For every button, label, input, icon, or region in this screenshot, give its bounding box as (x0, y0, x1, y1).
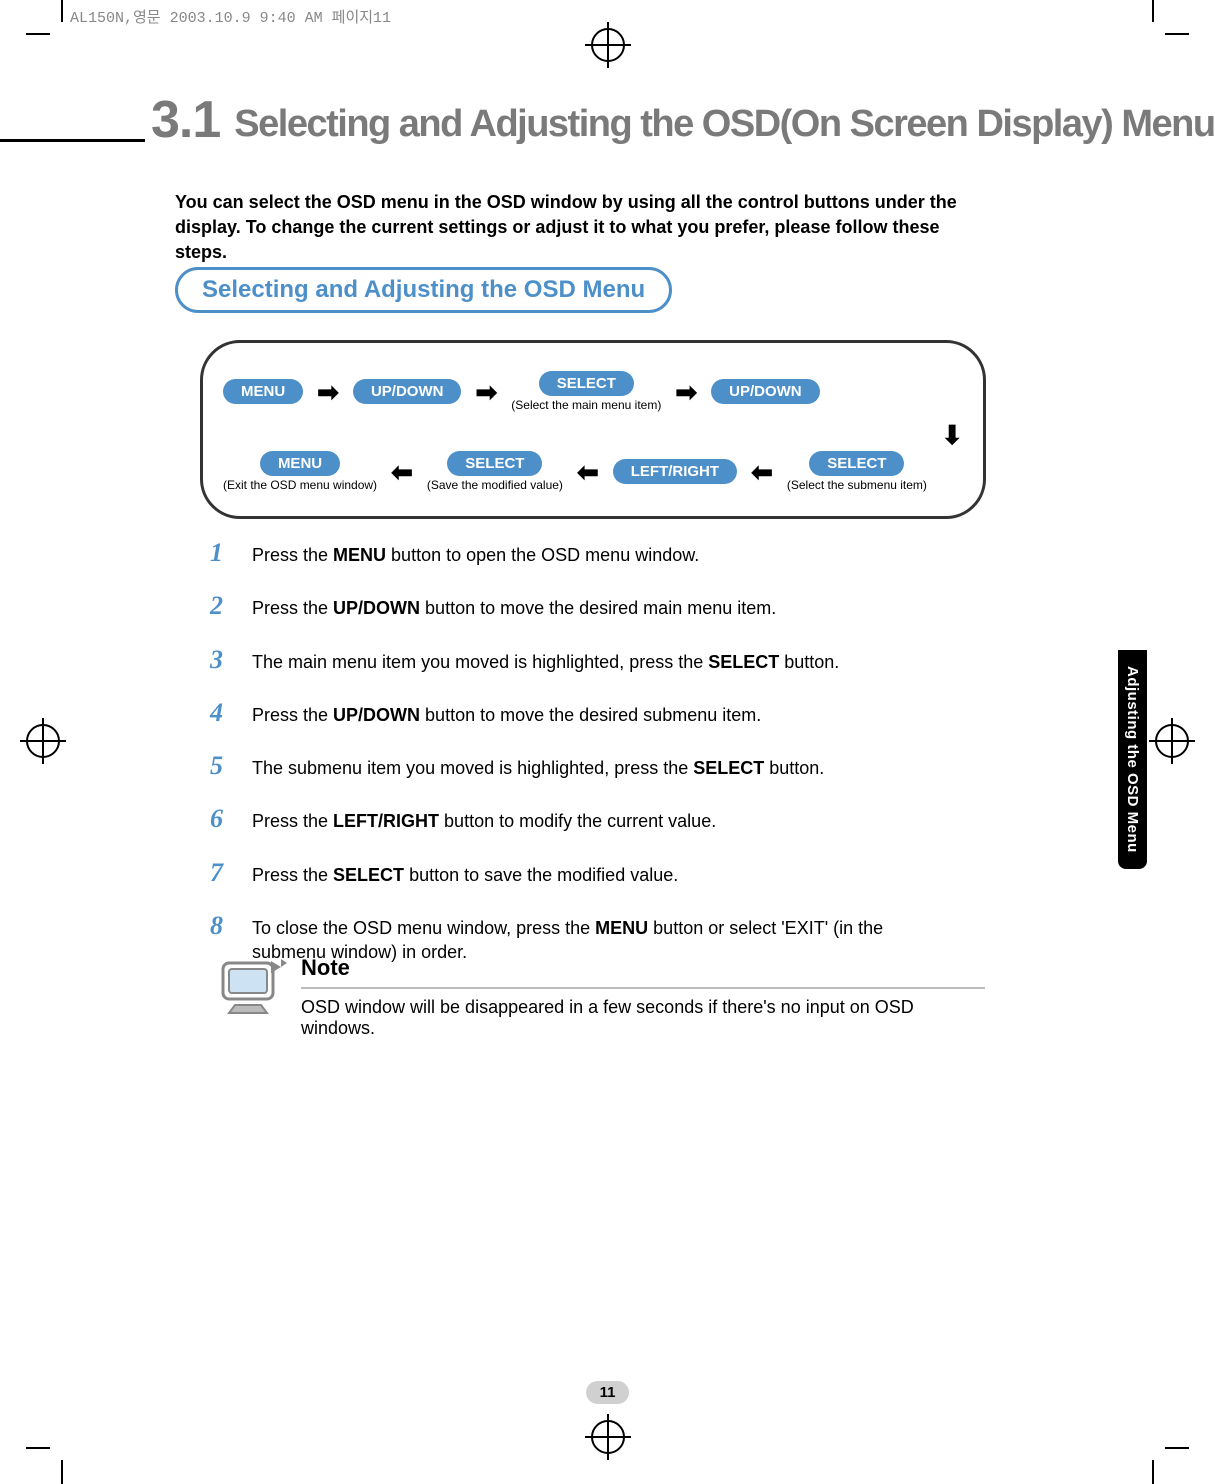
flow-down-arrow-wrap: ⬇ (223, 420, 1013, 451)
pill-select-2: SELECT (809, 451, 904, 476)
pill-select-1: SELECT (539, 371, 634, 396)
step-text: Press the UP/DOWN button to move the des… (252, 700, 940, 727)
registration-mark-left (20, 718, 66, 764)
crop-corner-tr (1141, 22, 1165, 46)
button-flow-diagram: MENU ➡ UP/DOWN ➡ SELECT (Select the main… (200, 340, 986, 519)
arrow-left-icon: ⬅ (751, 459, 773, 485)
step-text: The main menu item you moved is highligh… (252, 647, 940, 674)
flow-caption-select-main: (Select the main menu item) (511, 398, 661, 412)
flow-item-select-3: SELECT (Save the modified value) (427, 451, 563, 492)
flow-item-select-2: SELECT (Select the submenu item) (787, 451, 927, 492)
registration-mark-top (585, 22, 631, 68)
arrow-left-icon: ⬅ (391, 459, 413, 485)
crop-corner-bl (50, 1436, 74, 1460)
step-number: 2 (210, 593, 236, 619)
steps-list: 1 Press the MENU button to open the OSD m… (210, 540, 940, 991)
step-number: 6 (210, 806, 236, 832)
pill-menu-2: MENU (260, 451, 340, 476)
pill-updown-2: UP/DOWN (711, 379, 820, 404)
note-block: Note OSD window will be disappeared in a… (215, 955, 985, 1039)
step-text: Press the LEFT/RIGHT button to modify th… (252, 806, 940, 833)
flow-caption-save: (Save the modified value) (427, 478, 563, 492)
page-number: 11 (586, 1381, 630, 1404)
flow-item-menu-2: MENU (Exit the OSD menu window) (223, 451, 377, 492)
step-number: 7 (210, 860, 236, 886)
step-number: 8 (210, 913, 236, 939)
step-item: 7 Press the SELECT button to save the mod… (210, 860, 940, 887)
step-text: Press the MENU button to open the OSD me… (252, 540, 940, 567)
pill-updown-1: UP/DOWN (353, 379, 462, 404)
crop-bottom-row (0, 1414, 1215, 1460)
monitor-note-icon (215, 955, 289, 1015)
arrow-right-icon: ➡ (675, 379, 697, 405)
flow-item-updown-2: UP/DOWN (711, 379, 820, 404)
arrow-down-icon: ⬇ (941, 420, 963, 451)
step-item: 5 The submenu item you moved is highlight… (210, 753, 940, 780)
note-text: OSD window will be disappeared in a few … (301, 997, 985, 1039)
section-title: Selecting and Adjusting the OSD(On Scree… (234, 103, 1214, 150)
flow-item-updown-1: UP/DOWN (353, 379, 462, 404)
registration-mark-right (1149, 718, 1195, 764)
step-item: 4 Press the UP/DOWN button to move the de… (210, 700, 940, 727)
step-number: 1 (210, 540, 236, 566)
step-number: 5 (210, 753, 236, 779)
note-divider (301, 987, 985, 989)
pill-leftright: LEFT/RIGHT (613, 459, 737, 484)
section-title-block: 3.1 Selecting and Adjusting the OSD(On S… (0, 90, 1215, 150)
pill-menu-1: MENU (223, 379, 303, 404)
flow-caption-submenu: (Select the submenu item) (787, 478, 927, 492)
crop-corner-tl (50, 22, 74, 46)
step-item: 6 Press the LEFT/RIGHT button to modify t… (210, 806, 940, 833)
flow-item-select-1: SELECT (Select the main menu item) (511, 371, 661, 412)
flow-item-menu-1: MENU (223, 379, 303, 404)
crop-corner-br (1141, 1436, 1165, 1460)
step-text: Press the SELECT button to save the modi… (252, 860, 940, 887)
subsection-heading-capsule: Selecting and Adjusting the OSD Menu (175, 267, 672, 313)
note-content: Note OSD window will be disappeared in a… (301, 955, 985, 1039)
step-item: 2 Press the UP/DOWN button to move the de… (210, 593, 940, 620)
step-item: 3 The main menu item you moved is highlig… (210, 647, 940, 674)
flow-caption-exit: (Exit the OSD menu window) (223, 478, 377, 492)
title-rule-left (0, 139, 145, 142)
arrow-right-icon: ➡ (475, 379, 497, 405)
note-title: Note (301, 955, 985, 985)
arrow-left-icon: ⬅ (577, 459, 599, 485)
pill-select-3: SELECT (447, 451, 542, 476)
flow-row-top: MENU ➡ UP/DOWN ➡ SELECT (Select the main… (223, 371, 963, 412)
crop-top-row (0, 22, 1215, 68)
step-text: Press the UP/DOWN button to move the des… (252, 593, 940, 620)
section-number: 3.1 (145, 90, 234, 150)
flow-row-bottom: MENU (Exit the OSD menu window) ⬅ SELECT… (223, 451, 963, 492)
arrow-right-icon: ➡ (317, 379, 339, 405)
intro-paragraph: You can select the OSD menu in the OSD w… (175, 190, 975, 266)
side-tab-label: Adjusting the OSD Menu (1118, 650, 1147, 869)
step-number: 3 (210, 647, 236, 673)
registration-mark-bottom (585, 1414, 631, 1460)
step-item: 1 Press the MENU button to open the OSD m… (210, 540, 940, 567)
flow-item-leftright: LEFT/RIGHT (613, 459, 737, 484)
step-text: The submenu item you moved is highlighte… (252, 753, 940, 780)
step-number: 4 (210, 700, 236, 726)
page: AL150N,영문 2003.10.9 9:40 AM 페이지11 3. (0, 0, 1215, 1482)
